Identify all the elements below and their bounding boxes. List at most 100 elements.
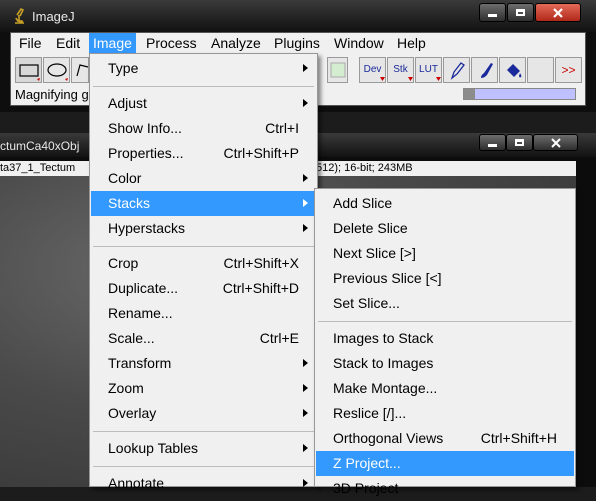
menu-item-scale[interactable]: Scale... Ctrl+E (91, 326, 316, 351)
menu-item-label: Zoom (108, 380, 144, 396)
lut-menu-tool[interactable]: LUT (415, 57, 442, 83)
menu-item-orthogonal-views[interactable]: Orthogonal Views Ctrl+Shift+H (316, 426, 574, 451)
menu-item-lookup-tables[interactable]: Lookup Tables (91, 436, 316, 461)
menu-item-transform[interactable]: Transform (91, 351, 316, 376)
menu-item-color[interactable]: Color (91, 166, 316, 191)
menu-item-delete-slice[interactable]: Delete Slice (316, 216, 574, 241)
menu-item-label: Stacks (108, 195, 151, 211)
menubar: File Edit Image Process Analyze Plugins … (11, 33, 585, 53)
menu-item-label: Type (108, 60, 139, 76)
menu-item-adjust[interactable]: Adjust (91, 91, 316, 116)
submenu-arrow-icon (303, 199, 308, 207)
microscope-icon (11, 7, 27, 25)
menu-process[interactable]: Process (146, 33, 197, 53)
pencil-icon (450, 62, 465, 80)
color-picker-tool[interactable] (327, 57, 348, 83)
progress-bar (463, 88, 576, 100)
menu-item-label: Images to Stack (333, 330, 434, 346)
empty-tool-slot (527, 57, 554, 83)
menu-plugins[interactable]: Plugins (274, 33, 320, 53)
minimize-button[interactable] (479, 3, 506, 22)
menu-item-overlay[interactable]: Overlay (91, 401, 316, 426)
submenu-arrow-icon (303, 384, 308, 392)
polygon-tool[interactable] (71, 57, 89, 83)
menu-item-stack-to-images[interactable]: Stack to Images (316, 351, 574, 376)
menu-item-images-to-stack[interactable]: Images to Stack (316, 326, 574, 351)
menu-separator (93, 86, 314, 87)
image-window-frame (576, 176, 596, 487)
menu-item-label: Crop (108, 255, 139, 271)
menu-item-label: Annotate (108, 475, 165, 491)
menu-edit[interactable]: Edit (56, 33, 80, 53)
menu-item-annotate[interactable]: Annotate (91, 471, 316, 496)
menu-item-type[interactable]: Type (91, 56, 316, 81)
submenu-arrow-icon (303, 409, 308, 417)
menu-item-set-slice[interactable]: Set Slice... (316, 291, 574, 316)
menu-file[interactable]: File (19, 33, 42, 53)
maximize-button[interactable] (507, 3, 534, 22)
stack-menu-tool[interactable]: Stk (387, 57, 414, 83)
menu-item-shortcut: Ctrl+I (265, 120, 299, 136)
brush-icon (481, 63, 493, 78)
submenu-arrow-icon (303, 174, 308, 182)
developer-menu-tool[interactable]: Dev (359, 57, 386, 83)
menu-analyze[interactable]: Analyze (211, 33, 261, 53)
color-swatch-icon (330, 62, 346, 78)
menu-item-crop[interactable]: Crop Ctrl+Shift+X (91, 251, 316, 276)
flood-fill-tool[interactable] (499, 57, 526, 83)
menu-separator (318, 321, 572, 322)
close-icon (553, 7, 563, 18)
stacks-submenu: Add Slice Delete Slice Next Slice [>] Previ… (314, 188, 576, 496)
menu-item-label: Previous Slice [<] (333, 270, 442, 286)
oval-tool[interactable] (43, 57, 70, 83)
dropdown-triangle-icon (380, 77, 385, 81)
oval-icon (47, 63, 68, 81)
rectangle-tool[interactable] (15, 57, 42, 83)
menu-item-properties[interactable]: Properties... Ctrl+Shift+P (91, 141, 316, 166)
image-menu-dropdown: Type Adjust Show Info... Ctrl+I Properties..… (89, 53, 318, 491)
menu-item-label: Z Project... (333, 455, 401, 471)
menu-item-duplicate[interactable]: Duplicate... Ctrl+Shift+D (91, 276, 316, 301)
menu-separator (93, 246, 314, 247)
image-close-button[interactable] (533, 134, 578, 151)
menu-item-stacks[interactable]: Stacks (91, 191, 316, 216)
menu-item-shortcut: Ctrl+Shift+H (480, 430, 557, 446)
menu-item-next-slice[interactable]: Next Slice [>] (316, 241, 574, 266)
menu-item-show-info[interactable]: Show Info... Ctrl+I (91, 116, 316, 141)
image-maximize-button[interactable] (506, 134, 533, 151)
lut-menu-label: LUT (419, 64, 438, 75)
menu-item-add-slice[interactable]: Add Slice (316, 191, 574, 216)
maximize-icon (515, 139, 524, 146)
menu-help[interactable]: Help (397, 33, 426, 53)
developer-menu-label: Dev (363, 64, 382, 75)
submenu-arrow-icon (303, 444, 308, 452)
menu-item-label: Properties... (108, 145, 184, 161)
menu-item-z-project[interactable]: Z Project... (316, 451, 574, 476)
menu-item-reslice[interactable]: Reslice [/]... (316, 401, 574, 426)
menu-image[interactable]: Image (89, 33, 136, 53)
close-button[interactable] (535, 3, 581, 22)
brush-tool[interactable] (471, 57, 498, 83)
menu-item-make-montage[interactable]: Make Montage... (316, 376, 574, 401)
menu-item-previous-slice[interactable]: Previous Slice [<] (316, 266, 574, 291)
menu-item-rename[interactable]: Rename... (91, 301, 316, 326)
image-minimize-button[interactable] (479, 134, 506, 151)
menu-item-label: Delete Slice (333, 220, 408, 236)
menu-separator (93, 466, 314, 467)
status-text: Magnifying g (15, 87, 89, 102)
image-info-details: 512); 16-bit; 243MB (316, 162, 413, 174)
image-info-name: ta37_1_Tectum (0, 162, 76, 174)
pencil-tool[interactable] (443, 57, 470, 83)
minimize-icon (488, 14, 497, 17)
menu-item-shortcut: Ctrl+Shift+X (223, 255, 299, 271)
polygon-icon (76, 64, 89, 77)
menu-item-shortcut: Ctrl+Shift+P (223, 145, 299, 161)
menu-item-label: Hyperstacks (108, 220, 186, 236)
menu-item-hyperstacks[interactable]: Hyperstacks (91, 216, 316, 241)
menu-item-3d-project[interactable]: 3D Project (316, 476, 574, 501)
menu-item-label: Lookup Tables (108, 440, 199, 456)
maximize-icon (516, 9, 525, 16)
menu-window[interactable]: Window (334, 33, 384, 53)
more-tools-button[interactable]: >> (555, 57, 582, 83)
menu-item-zoom[interactable]: Zoom (91, 376, 316, 401)
